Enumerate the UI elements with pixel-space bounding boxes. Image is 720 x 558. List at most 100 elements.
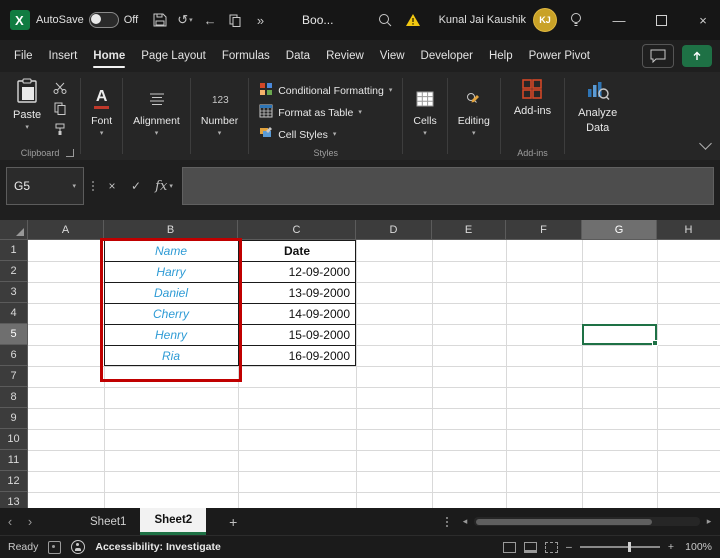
enter-icon[interactable]: ✓ [126, 167, 146, 205]
format-painter-button[interactable] [48, 121, 72, 138]
cell-C4[interactable]: 14-09-2000 [238, 303, 356, 324]
page-break-view-icon[interactable] [545, 542, 558, 553]
menu-tab-review[interactable]: Review [318, 40, 372, 72]
menu-tab-data[interactable]: Data [278, 40, 318, 72]
cell-B3[interactable]: Daniel [104, 282, 238, 303]
share-button[interactable] [682, 45, 712, 67]
zoom-out-icon[interactable]: – [566, 541, 572, 553]
avatar[interactable]: KJ [534, 9, 556, 31]
lightbulb-icon[interactable] [564, 8, 588, 32]
cell-B4[interactable]: Cherry [104, 303, 238, 324]
addins-button[interactable]: Add-ins [509, 76, 556, 120]
number-group[interactable]: 123 Number ▾ [193, 72, 246, 160]
accessibility-status[interactable]: Accessibility: Investigate [95, 541, 220, 553]
cell-C1[interactable]: Date [238, 240, 356, 261]
horizontal-scrollbar[interactable]: ◂ ▸ [458, 516, 716, 527]
menu-tab-view[interactable]: View [372, 40, 413, 72]
column-header-D[interactable]: D [356, 220, 432, 240]
cells-group[interactable]: Cells ▾ [405, 72, 444, 160]
zoom-in-icon[interactable]: + [668, 541, 674, 553]
zoom-slider-thumb[interactable] [628, 542, 631, 552]
clipboard-dialog-launcher-icon[interactable] [66, 149, 74, 157]
scroll-right-icon[interactable]: ▸ [702, 516, 716, 527]
macro-record-icon[interactable] [48, 541, 61, 554]
column-header-F[interactable]: F [506, 220, 582, 240]
autosave-toggle[interactable]: AutoSave Off [36, 12, 138, 28]
name-box[interactable]: G5 ▾ [6, 167, 84, 205]
back-arrow-icon[interactable]: ← [201, 8, 220, 32]
save-icon[interactable] [150, 8, 169, 32]
cell-C2[interactable]: 12-09-2000 [238, 261, 356, 282]
cancel-icon[interactable]: × [102, 167, 122, 205]
cell-C5[interactable]: 15-09-2000 [238, 324, 356, 345]
row-header-11[interactable]: 11 [0, 450, 28, 471]
row-header-10[interactable]: 10 [0, 429, 28, 450]
comments-button[interactable] [642, 44, 674, 68]
user-name[interactable]: Kunal Jai Kaushik [439, 14, 526, 26]
page-layout-view-icon[interactable] [524, 542, 537, 553]
normal-view-icon[interactable] [503, 542, 516, 553]
scrollbar-thumb[interactable] [476, 519, 652, 525]
row-header-13[interactable]: 13 [0, 492, 28, 508]
cell-B1[interactable]: Name [104, 240, 238, 261]
excel-logo-icon[interactable]: X [10, 8, 30, 32]
row-header-9[interactable]: 9 [0, 408, 28, 429]
menu-tab-insert[interactable]: Insert [41, 40, 86, 72]
cell-B2[interactable]: Harry [104, 261, 238, 282]
clipboard-icon[interactable] [226, 8, 245, 32]
scroll-left-icon[interactable]: ◂ [458, 516, 472, 527]
sheet-nav-left-icon[interactable]: ‹ [0, 508, 20, 535]
selected-cell-G5[interactable] [582, 324, 657, 345]
alignment-group[interactable]: Alignment ▾ [125, 72, 188, 160]
warning-icon[interactable] [401, 8, 425, 32]
sheet-tab-sheet2[interactable]: Sheet2 [140, 508, 206, 535]
menu-tab-page-layout[interactable]: Page Layout [133, 40, 214, 72]
cell-C3[interactable]: 13-09-2000 [238, 282, 356, 303]
paste-button[interactable]: Paste ▾ [8, 76, 46, 133]
row-header-1[interactable]: 1 [0, 240, 28, 261]
row-header-6[interactable]: 6 [0, 345, 28, 366]
collapse-ribbon-icon[interactable] [699, 137, 712, 150]
analyze-data-button[interactable]: Analyze Data [573, 76, 622, 136]
maximize-button[interactable] [644, 0, 678, 40]
menu-tab-home[interactable]: Home [85, 40, 133, 72]
menu-tab-help[interactable]: Help [481, 40, 521, 72]
fill-handle[interactable] [652, 340, 658, 346]
conditional-formatting-button[interactable]: Conditional Formatting ▾ [259, 82, 392, 99]
formula-input[interactable] [182, 167, 714, 205]
row-header-8[interactable]: 8 [0, 387, 28, 408]
sheet-grid[interactable]: ABCDEFGH12345678910111213NameDateHarry12… [0, 220, 720, 508]
column-header-G[interactable]: G [582, 220, 657, 240]
column-header-B[interactable]: B [104, 220, 238, 240]
editing-group[interactable]: Editing ▾ [450, 72, 498, 160]
close-button[interactable]: × [686, 0, 720, 40]
zoom-slider[interactable] [580, 546, 660, 548]
select-all-corner[interactable] [0, 220, 28, 240]
cell-B6[interactable]: Ria [104, 345, 238, 366]
format-as-table-button[interactable]: Format as Table ▾ [259, 104, 392, 121]
sheet-nav-right-icon[interactable]: › [20, 508, 40, 535]
row-header-7[interactable]: 7 [0, 366, 28, 387]
column-header-H[interactable]: H [657, 220, 720, 240]
insert-function-button[interactable]: fx ▾ [150, 167, 178, 205]
autosave-switch-icon[interactable] [89, 12, 119, 28]
formula-bar-handle-icon[interactable] [88, 167, 98, 205]
row-header-3[interactable]: 3 [0, 282, 28, 303]
workbook-title[interactable]: Boo... [302, 13, 333, 27]
add-sheet-button[interactable]: + [222, 511, 244, 533]
column-header-E[interactable]: E [432, 220, 506, 240]
row-header-5[interactable]: 5 [0, 324, 28, 345]
menu-tab-developer[interactable]: Developer [413, 40, 481, 72]
menu-tab-formulas[interactable]: Formulas [214, 40, 278, 72]
row-header-2[interactable]: 2 [0, 261, 28, 282]
cell-styles-button[interactable]: Cell Styles ▾ [259, 126, 392, 143]
column-header-A[interactable]: A [28, 220, 104, 240]
minimize-button[interactable]: — [602, 0, 636, 40]
scrollbar-track[interactable] [474, 517, 700, 526]
column-header-C[interactable]: C [238, 220, 356, 240]
row-header-12[interactable]: 12 [0, 471, 28, 492]
tab-bar-menu-icon[interactable] [446, 517, 448, 527]
more-commands-icon[interactable]: » [251, 8, 270, 32]
undo-icon[interactable]: ↺▾ [175, 8, 194, 32]
row-header-4[interactable]: 4 [0, 303, 28, 324]
